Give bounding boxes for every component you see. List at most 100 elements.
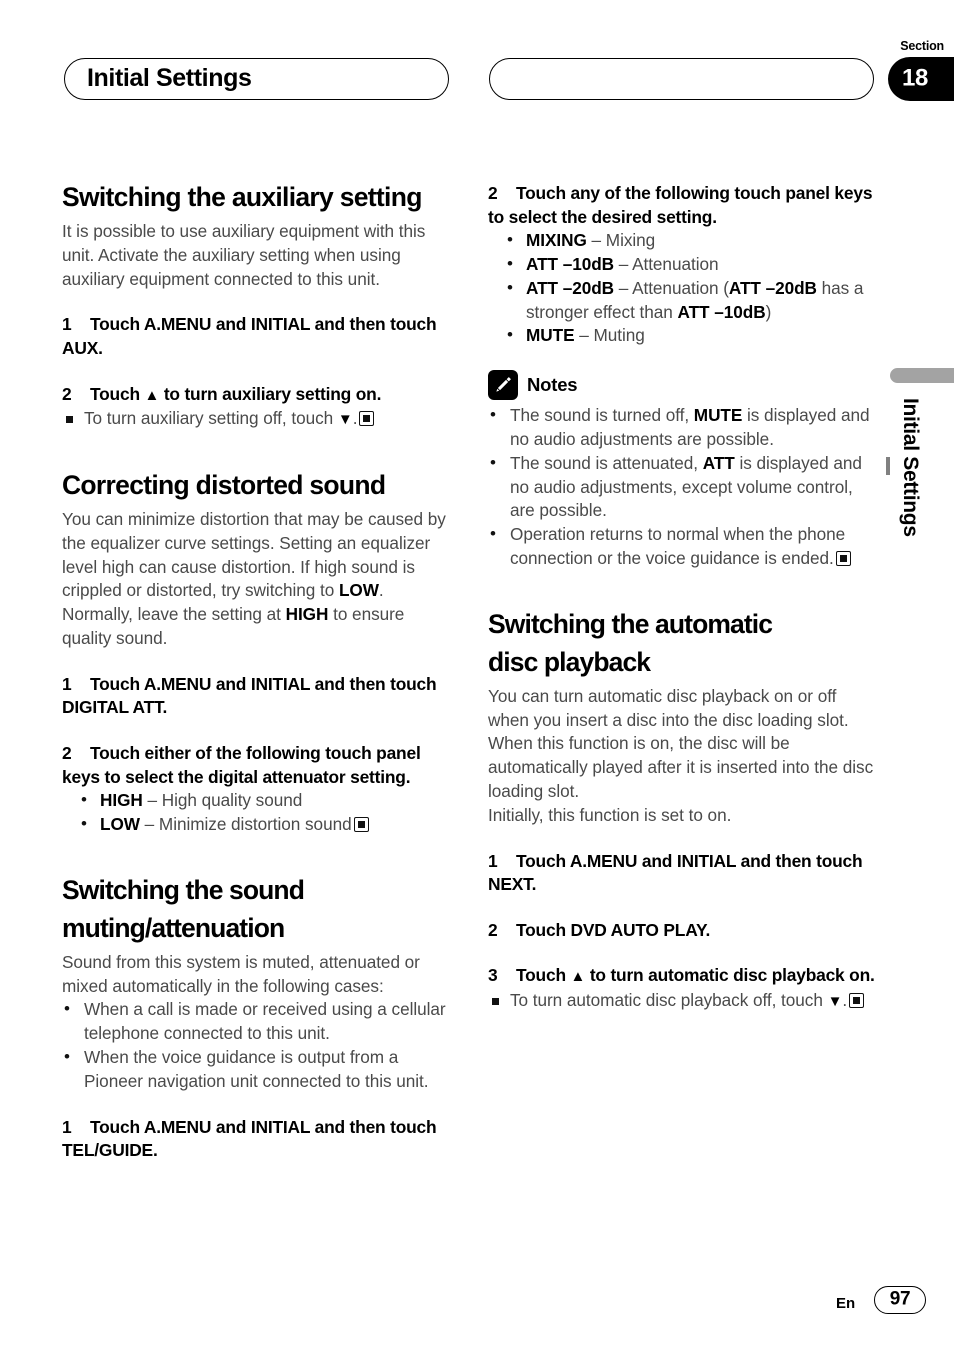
- right-column: 2 Touch any of the following touch panel …: [488, 182, 880, 1014]
- aux-step-1-text: Touch A.MENU and INITIAL and then touch …: [62, 314, 437, 358]
- disc-step-2-number: 2: [488, 919, 498, 940]
- option-att-10db-dash: –: [614, 253, 633, 274]
- distortion-step-2: 2 Touch either of the following touch pan…: [62, 742, 454, 789]
- disc-step-1-text: Touch A.MENU and INITIAL and then touch …: [488, 850, 863, 895]
- option-high-key: HIGH: [100, 790, 143, 811]
- distortion-intro-text: You can minimize distortion that may be …: [62, 508, 454, 651]
- distortion-step-2-text: Touch either of the following touch pane…: [62, 742, 421, 787]
- muting-step-1-number: 1: [62, 1116, 72, 1137]
- option-att-20db-desc-part3: ): [765, 301, 772, 322]
- muting-intro-text: Sound from this system is muted, attenua…: [62, 951, 420, 996]
- page-title: Initial Settings: [87, 63, 252, 92]
- down-arrow-icon: ▼: [827, 992, 843, 1010]
- option-att-10db-desc: Attenuation: [632, 253, 719, 274]
- notes-heading: Notes: [488, 370, 880, 401]
- aux-step-1: 1 Touch A.MENU and INITIAL and then touch…: [62, 313, 454, 360]
- option-mute: MUTE – Muting: [488, 323, 880, 348]
- heading-switching-automatic-disc-line1: Switching the automatic: [488, 608, 773, 639]
- note-item: The sound is turned off, MUTE is display…: [488, 403, 880, 452]
- page-header: Initial Settings Section 18: [0, 0, 954, 110]
- digital-attenuator-option-list: HIGH – High quality sound LOW – Minimize…: [62, 788, 454, 837]
- footer-page-badge: 97: [874, 1286, 926, 1314]
- aux-substep-prefix: To turn auxiliary setting off, touch: [84, 408, 334, 429]
- aux-step-1-number: 1: [62, 314, 72, 335]
- option-att-20db-desc-part1: Attenuation (: [632, 277, 729, 298]
- option-mixing-desc: Mixing: [605, 230, 656, 251]
- muting-step-2-number: 2: [488, 183, 498, 203]
- aux-step-2: 2 Touch ▲ to turn auxiliary setting on.: [62, 383, 454, 408]
- note-item-keyword: ATT: [702, 452, 735, 473]
- disc-step-3-number: 3: [488, 965, 498, 986]
- side-tab-notch: [886, 457, 890, 475]
- muting-option-list: MIXING – Mixing ATT –10dB – Attenuation …: [488, 228, 880, 348]
- end-of-section-marker-icon: [359, 411, 375, 427]
- distortion-step-2-number: 2: [62, 742, 72, 763]
- up-arrow-icon: ▲: [144, 386, 160, 404]
- disc-step-1: 1 Touch A.MENU and INITIAL and then touch…: [488, 850, 880, 897]
- notes-list: The sound is turned off, MUTE is display…: [488, 403, 880, 571]
- page-number: 97: [889, 1288, 911, 1310]
- end-of-section-marker-icon: [835, 550, 851, 566]
- note-item-part1: The sound is attenuated,: [510, 452, 703, 473]
- muting-step-2: 2 Touch any of the following touch panel …: [488, 182, 880, 229]
- notes-title: Notes: [527, 374, 578, 396]
- muting-case-item: When a call is made or received using a …: [62, 997, 454, 1046]
- note-item: The sound is attenuated, ATT is displaye…: [488, 451, 880, 523]
- aux-step-2-number: 2: [62, 383, 72, 404]
- distortion-step-1-text: Touch A.MENU and INITIAL and then touch …: [62, 673, 437, 718]
- pencil-icon: [488, 370, 518, 401]
- distortion-step-1-number: 1: [62, 673, 72, 694]
- heading-switching-automatic-disc-line2: disc playback: [488, 646, 651, 677]
- heading-switching-auxiliary-setting: Switching the auxiliary setting: [62, 182, 422, 212]
- disc-step-3: 3 Touch ▲ to turn automatic disc playback…: [488, 964, 880, 989]
- disc-substep-list: To turn automatic disc playback off, tou…: [488, 989, 880, 1014]
- note-item-part1: Operation returns to normal when the pho…: [510, 524, 846, 568]
- note-item: Operation returns to normal when the pho…: [488, 522, 880, 571]
- option-att-20db-key: ATT –20dB: [526, 277, 615, 298]
- aux-step-2-prefix: Touch: [90, 383, 140, 404]
- option-mixing: MIXING – Mixing: [488, 228, 880, 253]
- down-arrow-icon: ▼: [337, 411, 353, 429]
- aux-substep-suffix: .: [352, 408, 358, 429]
- option-mixing-key: MIXING: [526, 230, 587, 251]
- option-high-desc: High quality sound: [161, 790, 303, 811]
- section-badge: 18: [888, 57, 954, 101]
- disc-step-3-prefix: Touch: [516, 965, 566, 986]
- header-pill-left: Initial Settings: [64, 58, 449, 100]
- aux-substep-item: To turn auxiliary setting off, touch ▼.: [62, 407, 454, 432]
- option-att-20db: ATT –20dB – Attenuation (ATT –20dB has a…: [488, 276, 880, 325]
- distortion-intro-part1: You can minimize distortion that may be …: [62, 508, 446, 601]
- side-tab-label: Initial Settings: [899, 398, 922, 537]
- end-of-section-marker-icon: [849, 992, 865, 1008]
- heading-correcting-distorted-sound: Correcting distorted sound: [62, 469, 386, 500]
- option-low: LOW – Minimize distortion sound: [62, 812, 454, 837]
- option-mute-desc: Muting: [593, 325, 645, 346]
- disc-step-2-text: Touch DVD AUTO PLAY.: [516, 919, 711, 940]
- left-column: Switching the auxiliary setting It is po…: [62, 182, 454, 1163]
- aux-step-2-suffix: to turn auxiliary setting on.: [163, 383, 382, 404]
- disc-playback-intro-para2: Initially, this function is set to on.: [488, 804, 732, 825]
- option-mute-key: MUTE: [526, 325, 575, 346]
- muting-step-1: 1 Touch A.MENU and INITIAL and then touch…: [62, 1116, 454, 1163]
- muting-step-1-text: Touch A.MENU and INITIAL and then touch …: [62, 1116, 437, 1161]
- disc-step-2: 2 Touch DVD AUTO PLAY.: [488, 919, 880, 943]
- muting-cases-list: When a call is made or received using a …: [62, 997, 454, 1093]
- option-att-10db-key: ATT –10dB: [526, 253, 615, 274]
- heading-switching-sound-muting-line2: muting/attenuation: [62, 912, 285, 943]
- option-mixing-dash: –: [586, 230, 606, 251]
- aux-substep-list: To turn auxiliary setting off, touch ▼.: [62, 407, 454, 432]
- note-item-keyword: MUTE: [693, 405, 743, 426]
- option-high-dash: –: [142, 790, 162, 811]
- muting-step-2-text: Touch any of the following touch panel k…: [488, 183, 873, 227]
- note-item-part1: The sound is turned off,: [510, 405, 694, 426]
- option-att-20db-ref2: ATT –10dB: [677, 301, 766, 322]
- disc-substep-item: To turn automatic disc playback off, tou…: [488, 989, 880, 1014]
- auxiliary-intro-text: It is possible to use auxiliary equipmen…: [62, 221, 426, 289]
- disc-substep-suffix: .: [842, 989, 848, 1010]
- section-label: Section: [900, 39, 944, 53]
- option-mute-dash: –: [574, 325, 594, 346]
- distortion-step-1: 1 Touch A.MENU and INITIAL and then touch…: [62, 673, 454, 720]
- option-low-key: LOW: [100, 813, 140, 834]
- option-high: HIGH – High quality sound: [62, 788, 454, 813]
- footer-language: En: [836, 1295, 856, 1312]
